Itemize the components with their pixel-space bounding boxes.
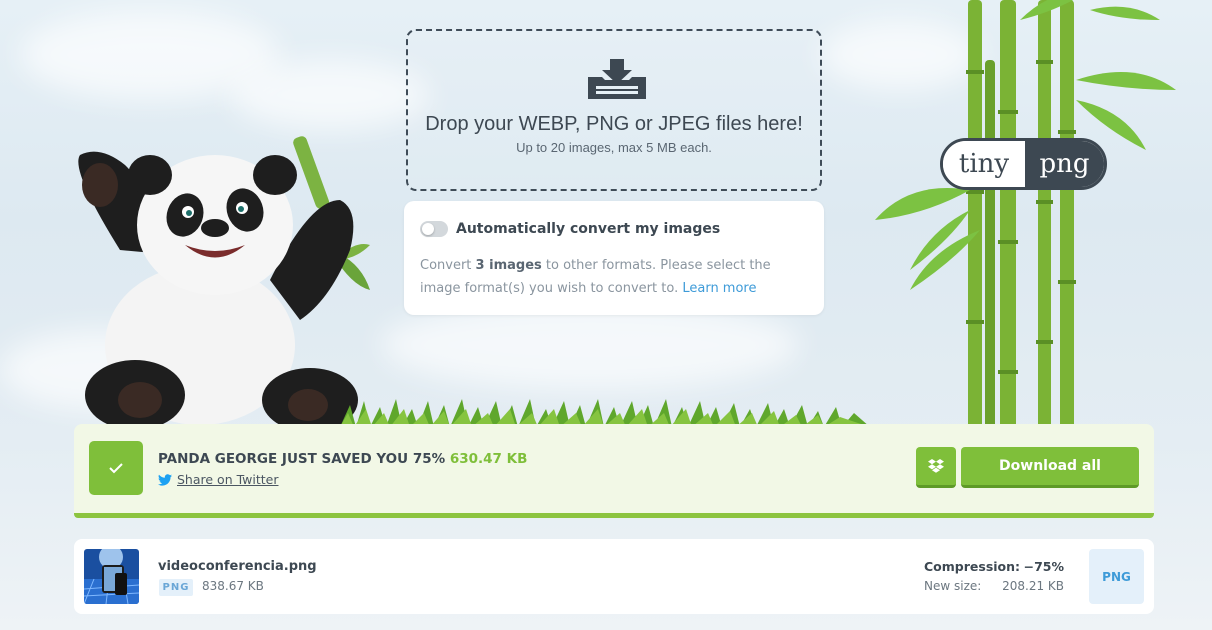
auto-convert-toggle[interactable] [420,221,448,237]
grass-illustration [340,399,870,427]
save-to-dropbox-button[interactable] [916,447,956,488]
auto-convert-description: Convert 3 images to other formats. Pleas… [420,254,810,300]
file-result-row: videoconferencia.png PNG 838.67 KB Compr… [74,539,1154,614]
learn-more-link[interactable]: Learn more [682,281,756,296]
cloud [230,60,430,130]
savings-text: PANDA GEORGE JUST SAVED YOU 75% [158,451,446,467]
compression-label: Compression: [924,559,1021,574]
tinypng-logo[interactable]: tiny png [940,138,1107,190]
drop-zone-subtitle: Up to 20 images, max 5 MB each. [516,140,712,155]
savings-headline: PANDA GEORGE JUST SAVED YOU 75% 630.47 K… [158,451,527,467]
new-size-label: New size: [924,579,982,593]
desc-prefix: Convert [420,258,476,273]
logo-png: png [1025,141,1104,187]
checkmark-icon [109,463,123,474]
file-drop-zone[interactable]: Drop your WEBP, PNG or JPEG files here! … [406,29,822,191]
compression-value: −75% [1023,559,1064,574]
new-size-value: 208.21 KB [1002,579,1064,593]
share-on-twitter-link[interactable]: Share on Twitter [158,472,278,487]
download-all-button[interactable]: Download all [961,447,1139,488]
file-name: videoconferencia.png [158,559,317,574]
download-png-button[interactable]: PNG [1089,549,1144,604]
savings-amount: 630.47 KB [449,451,528,467]
share-on-twitter-label: Share on Twitter [177,472,279,487]
file-thumbnail-image [84,549,139,604]
logo-tiny: tiny [943,141,1025,187]
drop-zone-title: Drop your WEBP, PNG or JPEG files here! [425,113,803,135]
dropbox-icon [928,459,944,473]
success-check-badge [89,441,143,495]
file-thumbnail[interactable] [84,549,139,604]
desc-image-count: 3 images [475,258,542,273]
original-file-size: 838.67 KB [202,579,264,593]
toggle-knob [422,223,434,235]
panda-mascot-illustration [78,136,370,430]
file-type-badge: PNG [159,579,193,596]
savings-summary-bar: PANDA GEORGE JUST SAVED YOU 75% 630.47 K… [74,424,1154,518]
auto-convert-title: Automatically convert my images [456,221,721,237]
auto-convert-card: Automatically convert my images Convert … [404,201,824,315]
twitter-bird-icon [158,473,172,486]
bamboo-illustration [875,0,1176,430]
download-tray-icon [588,59,646,99]
